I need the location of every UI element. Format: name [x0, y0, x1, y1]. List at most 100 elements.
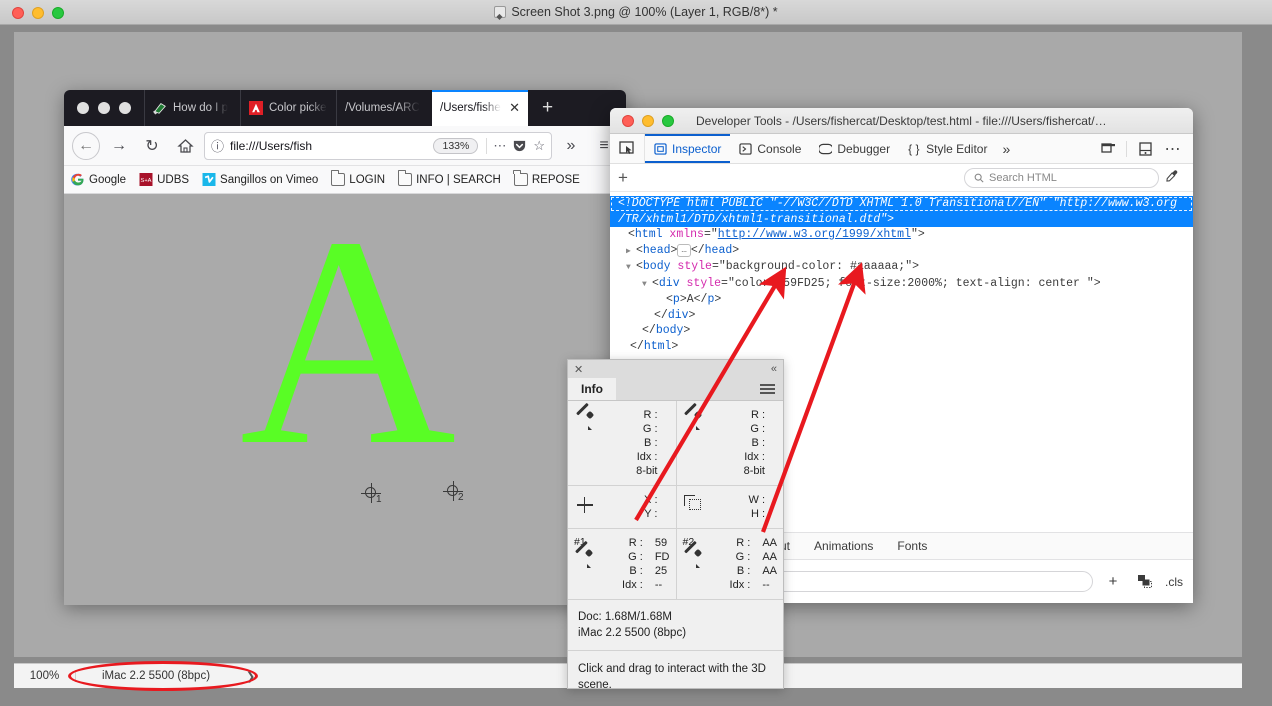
chevron-right-icon[interactable]: ❯: [246, 670, 255, 683]
close-window-button[interactable]: [77, 102, 89, 114]
twisty-open-icon[interactable]: ▼: [626, 260, 636, 276]
tab-label: Console: [757, 141, 802, 156]
color-sampler-1[interactable]: 1: [360, 482, 382, 505]
element-state-icon[interactable]: [1133, 574, 1157, 589]
markup-body-open[interactable]: ▼ <body style="background-color: #aaaaaa;…: [610, 259, 1193, 276]
markup-doctype-line-2[interactable]: /TR/xhtml1/DTD/xhtml1-transitional.dtd">: [610, 211, 1193, 227]
tab-info[interactable]: Info: [568, 378, 616, 400]
browser-tab-label: /Users/fishe: [440, 102, 501, 114]
bookmark-folder-repose[interactable]: REPOSE: [513, 170, 580, 186]
info-readout-1[interactable]: R : G : B : Idx : 8-bit: [568, 401, 676, 485]
close-tab-icon[interactable]: ✕: [509, 100, 520, 116]
readout-value: [658, 422, 670, 436]
browser-tab-3-active[interactable]: /Users/fishe ✕: [432, 90, 528, 126]
markup-p-node[interactable]: <p>A</p>: [610, 292, 1193, 308]
home-button[interactable]: [171, 132, 199, 160]
split-console-icon[interactable]: [1132, 134, 1158, 164]
back-button[interactable]: ←: [72, 131, 100, 160]
tab-fonts[interactable]: Fonts: [897, 539, 927, 553]
readout-value: [658, 436, 670, 450]
collapsed-children-badge[interactable]: …: [677, 243, 691, 257]
tab-animations[interactable]: Animations: [814, 539, 873, 553]
markup-head-node[interactable]: ▶ <head>… </head>: [610, 243, 1193, 260]
sampler-ring: [365, 487, 376, 498]
browser-navigation-bar: ← → ↻ ⓘ file:///Users/fish 133% ⋯ ☆ » ≡: [64, 126, 626, 166]
page-zoom-badge[interactable]: 133%: [433, 137, 479, 154]
reload-button[interactable]: ↻: [138, 132, 166, 160]
browser-page-content[interactable]: A 1 2: [64, 194, 626, 605]
coord-label: X :: [644, 494, 658, 506]
sampler-number: 2: [458, 492, 464, 503]
minimize-window-button[interactable]: [98, 102, 110, 114]
markup-html-open[interactable]: <html xmlns="http://www.w3.org/1999/xhtm…: [610, 227, 1193, 243]
forward-button[interactable]: →: [105, 132, 133, 160]
attr-value-div-style[interactable]: color:#59FD25; font-size:2000%; text-ali…: [735, 277, 1087, 290]
devtools-options-icon[interactable]: ⋯: [1160, 134, 1186, 164]
collapse-panel-icon[interactable]: «: [771, 363, 777, 375]
info-tool-hint: Click and drag to interact with the 3D s…: [578, 663, 766, 691]
readout-value: [765, 450, 777, 464]
url-bar[interactable]: ⓘ file:///Users/fish 133% ⋯ ☆: [204, 131, 552, 160]
responsive-design-mode-icon[interactable]: [1095, 134, 1121, 164]
close-panel-icon[interactable]: ✕: [574, 363, 583, 376]
sampler-label: B :: [736, 565, 751, 577]
markup-div-open[interactable]: ▼ <div style="color:#59FD25; font-size:20…: [610, 276, 1193, 293]
bookmark-folder-info-search[interactable]: INFO | SEARCH: [397, 170, 501, 186]
page-actions-icon[interactable]: ⋯: [486, 137, 506, 154]
browser-tab-2[interactable]: /Volumes/ARC: [336, 90, 432, 126]
bookmark-udbs[interactable]: S+A UDBS: [139, 173, 189, 186]
markup-doctype-line-1[interactable]: <!DOCTYPE html PUBLIC "-//W3C//DTD XHTML…: [610, 196, 1193, 212]
sampler-label: G :: [735, 551, 751, 563]
twisty-closed-icon[interactable]: ▶: [626, 244, 636, 260]
browser-tab-label: /Volumes/ARC: [345, 102, 420, 114]
attr-value-body-style[interactable]: background-color: #aaaaaa;: [726, 260, 905, 273]
panel-menu-icon[interactable]: [760, 378, 783, 400]
bookmark-google[interactable]: Google: [71, 173, 126, 186]
color-sampler-2[interactable]: 2: [442, 480, 464, 503]
twisty-open-icon[interactable]: ▼: [642, 277, 652, 293]
info-sampler-2[interactable]: #2 R : AA G : AA B : AA Idx : --: [675, 529, 784, 599]
markup-html-close[interactable]: </html>: [610, 339, 1193, 355]
sampler-number: 1: [376, 494, 382, 505]
sampler-label: G :: [628, 551, 643, 563]
attr-name-body-style: style: [677, 260, 712, 273]
info-sampler-1[interactable]: #1 R :59 G : FD B :25 Idx : --: [568, 529, 676, 599]
photoshop-titlebar: Screen Shot 3.png @ 100% (Layer 1, RGB/8…: [0, 0, 1272, 29]
dimension-label: H :: [750, 508, 765, 520]
devtools-tabs-overflow[interactable]: »: [996, 134, 1016, 163]
info-readout-2[interactable]: R : G : B : Idx : 8-bit: [675, 401, 784, 485]
bookmark-star-icon[interactable]: ☆: [533, 138, 545, 154]
bookmark-folder-login[interactable]: LOGIN: [330, 170, 385, 186]
bookmark-label: UDBS: [157, 173, 190, 186]
maximize-window-button[interactable]: [119, 102, 131, 114]
toolbar-overflow-button[interactable]: »: [557, 132, 585, 160]
markup-div-close[interactable]: </div>: [610, 308, 1193, 324]
readout-bit-depth: 8-bit: [636, 465, 658, 477]
search-icon: [974, 173, 984, 183]
tab-style-editor[interactable]: { } Style Editor: [899, 134, 996, 163]
attr-value-xmlns-link[interactable]: http://www.w3.org/1999/xhtml: [718, 228, 911, 241]
element-picker-icon[interactable]: [610, 134, 645, 163]
bookmark-vimeo[interactable]: Sangillos on Vimeo: [202, 173, 318, 186]
tab-console[interactable]: Console: [730, 134, 810, 163]
new-tab-button[interactable]: +: [528, 90, 567, 126]
browser-tab-0[interactable]: How do I p: [144, 90, 240, 126]
browser-tab-1[interactable]: Color picke: [240, 90, 336, 126]
pocket-icon[interactable]: [512, 138, 527, 153]
info-circle-icon[interactable]: ⓘ: [211, 136, 224, 155]
add-node-button[interactable]: +: [618, 168, 640, 188]
markup-body-close[interactable]: </body>: [610, 323, 1193, 339]
zoom-level-field[interactable]: 100%: [14, 670, 76, 682]
attr-name-div-style: style: [686, 276, 722, 290]
folder-icon: [330, 170, 346, 186]
tab-label: Debugger: [837, 141, 891, 156]
tab-inspector[interactable]: Inspector: [645, 134, 730, 163]
eyedropper-icon[interactable]: [1159, 169, 1185, 186]
add-new-rule-button[interactable]: +: [1101, 573, 1125, 590]
bookmark-label: Google: [89, 173, 127, 186]
search-html-input[interactable]: Search HTML: [964, 167, 1159, 188]
color-profile-status[interactable]: iMac 2.2 5500 (8bpc) ❯: [76, 670, 255, 683]
toggle-classes-button[interactable]: .cls: [1165, 575, 1183, 589]
folder-icon: [397, 170, 413, 186]
tab-debugger[interactable]: Debugger: [810, 134, 899, 163]
